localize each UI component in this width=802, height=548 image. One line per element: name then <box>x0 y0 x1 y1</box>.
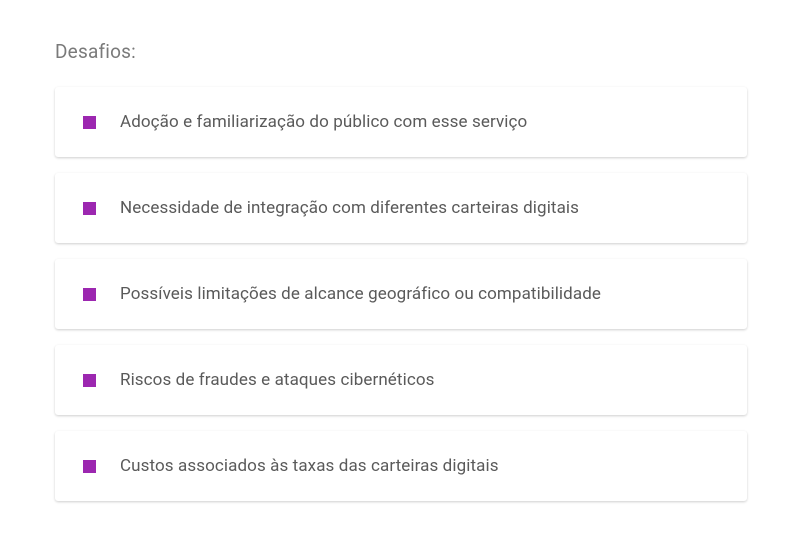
square-bullet-icon <box>83 460 96 473</box>
list-item-text: Adoção e familiarização do público com e… <box>120 111 527 133</box>
list-item-text: Custos associados às taxas das carteiras… <box>120 455 499 477</box>
list-item-text: Possíveis limitações de alcance geográfi… <box>120 283 601 305</box>
list-item: Necessidade de integração com diferentes… <box>55 173 747 243</box>
list-item: Custos associados às taxas das carteiras… <box>55 431 747 501</box>
section-heading: Desafios: <box>55 40 747 63</box>
square-bullet-icon <box>83 374 96 387</box>
list-item: Adoção e familiarização do público com e… <box>55 87 747 157</box>
challenge-list: Adoção e familiarização do público com e… <box>55 87 747 501</box>
list-item: Possíveis limitações de alcance geográfi… <box>55 259 747 329</box>
list-item-text: Riscos de fraudes e ataques cibernéticos <box>120 369 434 391</box>
square-bullet-icon <box>83 202 96 215</box>
list-item-text: Necessidade de integração com diferentes… <box>120 197 579 219</box>
square-bullet-icon <box>83 116 96 129</box>
list-item: Riscos de fraudes e ataques cibernéticos <box>55 345 747 415</box>
square-bullet-icon <box>83 288 96 301</box>
